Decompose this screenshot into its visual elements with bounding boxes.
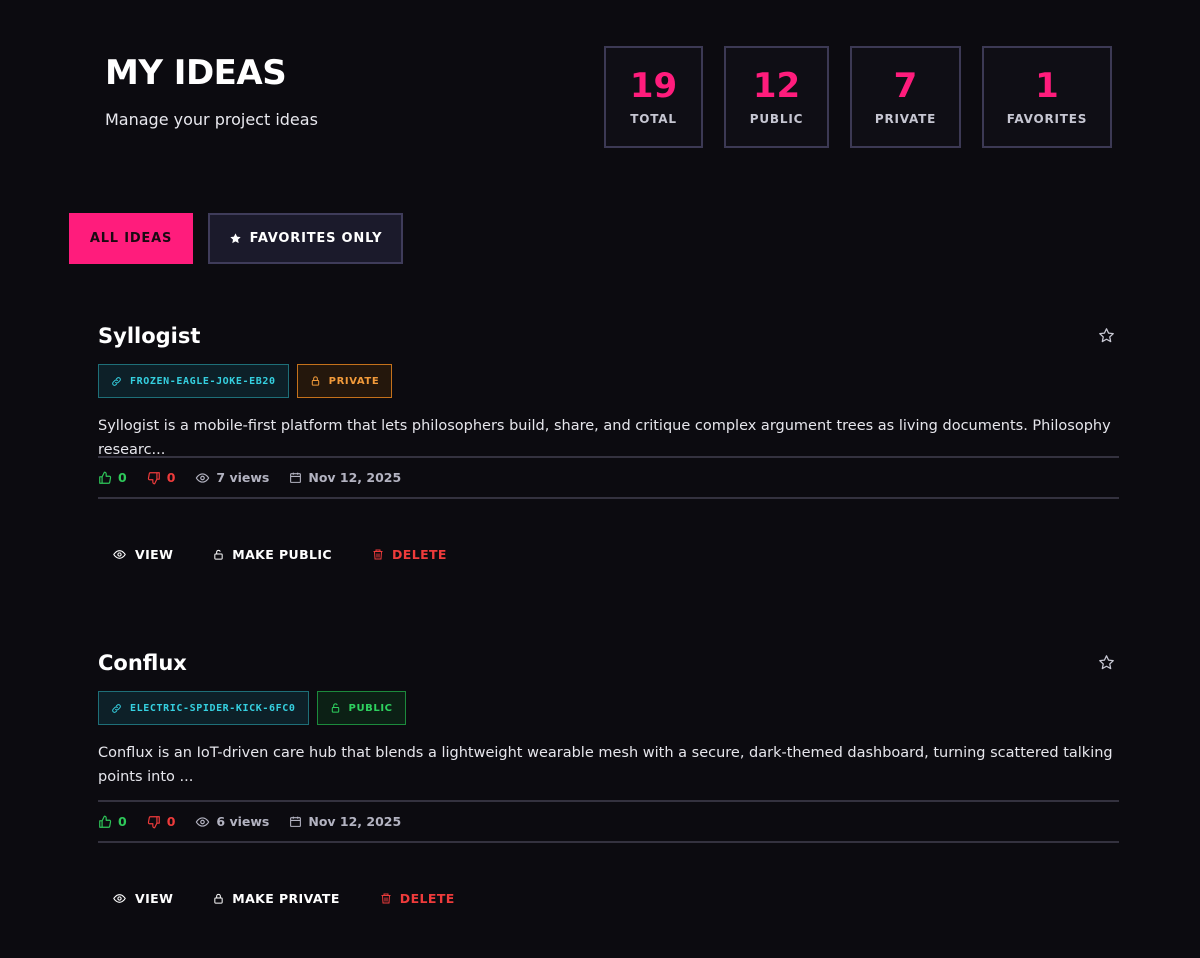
- thumbs-down-icon: [147, 815, 161, 829]
- lock-icon: [213, 892, 224, 905]
- favorites-only-button[interactable]: FAVORITES ONLY: [208, 213, 403, 264]
- view-count: 6 views: [195, 814, 269, 829]
- view-count: 7 views: [195, 470, 269, 485]
- view-label: VIEW: [135, 547, 174, 562]
- make-private-label: MAKE PRIVATE: [232, 891, 340, 906]
- my-ideas-page: MY IDEAS Manage your project ideas 19 TO…: [0, 0, 1200, 958]
- slug-text: ELECTRIC-SPIDER-KICK-6FC0: [130, 702, 296, 714]
- stat-value: 12: [752, 66, 801, 106]
- link-icon: [111, 376, 122, 387]
- stat-label: FAVORITES: [1006, 112, 1088, 126]
- stat-value: 7: [893, 66, 918, 106]
- make-private-button[interactable]: MAKE PRIVATE: [213, 891, 340, 906]
- thumbs-down-icon: [147, 471, 161, 485]
- stat-favorites: 1 FAVORITES: [982, 46, 1112, 148]
- star-outline-icon: [1098, 654, 1115, 671]
- stat-public: 12 PUBLIC: [724, 46, 829, 148]
- favorite-toggle-button[interactable]: [1095, 324, 1117, 346]
- visibility-text: PUBLIC: [348, 702, 393, 714]
- stat-label: TOTAL: [630, 112, 677, 126]
- trash-icon: [372, 548, 384, 561]
- idea-meta: 0 0 7 views Nov 12, 2025: [98, 456, 1119, 499]
- all-ideas-button[interactable]: ALL IDEAS: [69, 213, 193, 264]
- downvote-count: 0: [166, 470, 176, 485]
- trash-icon: [380, 892, 392, 905]
- favorite-toggle-button[interactable]: [1095, 651, 1117, 673]
- idea-actions: VIEW MAKE PUBLIC DELETE: [98, 529, 1119, 580]
- created-date-text: Nov 12, 2025: [308, 814, 402, 829]
- idea-tags: FROZEN-EAGLE-JOKE-EB20 PRIVATE: [98, 364, 1119, 398]
- downvote-button[interactable]: 0: [147, 814, 176, 829]
- view-count-text: 6 views: [216, 814, 270, 829]
- idea-card: Syllogist FROZEN-EAGLE-JOKE-EB20 PRIVATE…: [98, 322, 1119, 580]
- visibility-badge: PRIVATE: [296, 364, 393, 398]
- favorites-only-label: FAVORITES ONLY: [249, 231, 383, 246]
- star-outline-icon: [1098, 327, 1115, 344]
- idea-title: Syllogist: [98, 324, 201, 348]
- unlock-icon: [330, 702, 341, 714]
- created-date: Nov 12, 2025: [289, 814, 401, 829]
- delete-label: DELETE: [391, 547, 447, 562]
- visibility-text: PRIVATE: [328, 375, 380, 387]
- make-public-button[interactable]: MAKE PUBLIC: [213, 547, 332, 562]
- page-subtitle: Manage your project ideas: [105, 110, 318, 129]
- calendar-icon: [289, 815, 302, 828]
- eye-icon: [112, 548, 127, 561]
- make-public-label: MAKE PUBLIC: [232, 547, 332, 562]
- created-date-text: Nov 12, 2025: [308, 470, 402, 485]
- upvote-button[interactable]: 0: [98, 470, 127, 485]
- downvote-button[interactable]: 0: [147, 470, 176, 485]
- delete-button[interactable]: DELETE: [372, 547, 447, 562]
- idea-tags: ELECTRIC-SPIDER-KICK-6FC0 PUBLIC: [98, 691, 1119, 725]
- visibility-badge: PUBLIC: [316, 691, 406, 725]
- star-filled-icon: [229, 232, 242, 245]
- delete-button[interactable]: DELETE: [380, 891, 455, 906]
- eye-icon: [195, 815, 210, 829]
- stat-value: 19: [629, 66, 678, 106]
- link-icon: [111, 703, 122, 714]
- thumbs-up-icon: [98, 815, 112, 829]
- slug-text: FROZEN-EAGLE-JOKE-EB20: [130, 375, 276, 387]
- page-title: MY IDEAS: [105, 53, 287, 93]
- idea-meta: 0 0 6 views Nov 12, 2025: [98, 800, 1119, 843]
- all-ideas-label: ALL IDEAS: [89, 231, 173, 246]
- idea-description: Syllogist is a mobile-first platform tha…: [98, 418, 1111, 458]
- view-button[interactable]: VIEW: [112, 891, 173, 906]
- idea-actions: VIEW MAKE PRIVATE DELETE: [98, 873, 1119, 924]
- upvote-button[interactable]: 0: [98, 814, 127, 829]
- eye-icon: [195, 471, 210, 485]
- view-count-text: 7 views: [216, 470, 270, 485]
- idea-card: Conflux ELECTRIC-SPIDER-KICK-6FC0 PUBLIC…: [98, 649, 1119, 924]
- stat-value: 1: [1035, 66, 1059, 106]
- view-button[interactable]: VIEW: [112, 547, 173, 562]
- unlock-icon: [213, 548, 224, 561]
- stat-label: PUBLIC: [749, 112, 804, 126]
- delete-label: DELETE: [399, 891, 455, 906]
- upvote-count: 0: [118, 814, 127, 829]
- slug-badge[interactable]: ELECTRIC-SPIDER-KICK-6FC0: [98, 691, 309, 725]
- stat-private: 7 PRIVATE: [850, 46, 961, 148]
- slug-badge[interactable]: FROZEN-EAGLE-JOKE-EB20: [98, 364, 289, 398]
- view-label: VIEW: [135, 891, 174, 906]
- upvote-count: 0: [118, 470, 127, 485]
- eye-icon: [112, 892, 127, 905]
- calendar-icon: [289, 471, 302, 484]
- idea-title: Conflux: [98, 651, 187, 675]
- thumbs-up-icon: [98, 471, 112, 485]
- created-date: Nov 12, 2025: [289, 470, 401, 485]
- idea-description: Conflux is an IoT-driven care hub that b…: [98, 745, 1113, 785]
- stat-label: PRIVATE: [874, 112, 937, 126]
- lock-icon: [310, 375, 321, 387]
- stat-total: 19 TOTAL: [604, 46, 703, 148]
- downvote-count: 0: [166, 814, 176, 829]
